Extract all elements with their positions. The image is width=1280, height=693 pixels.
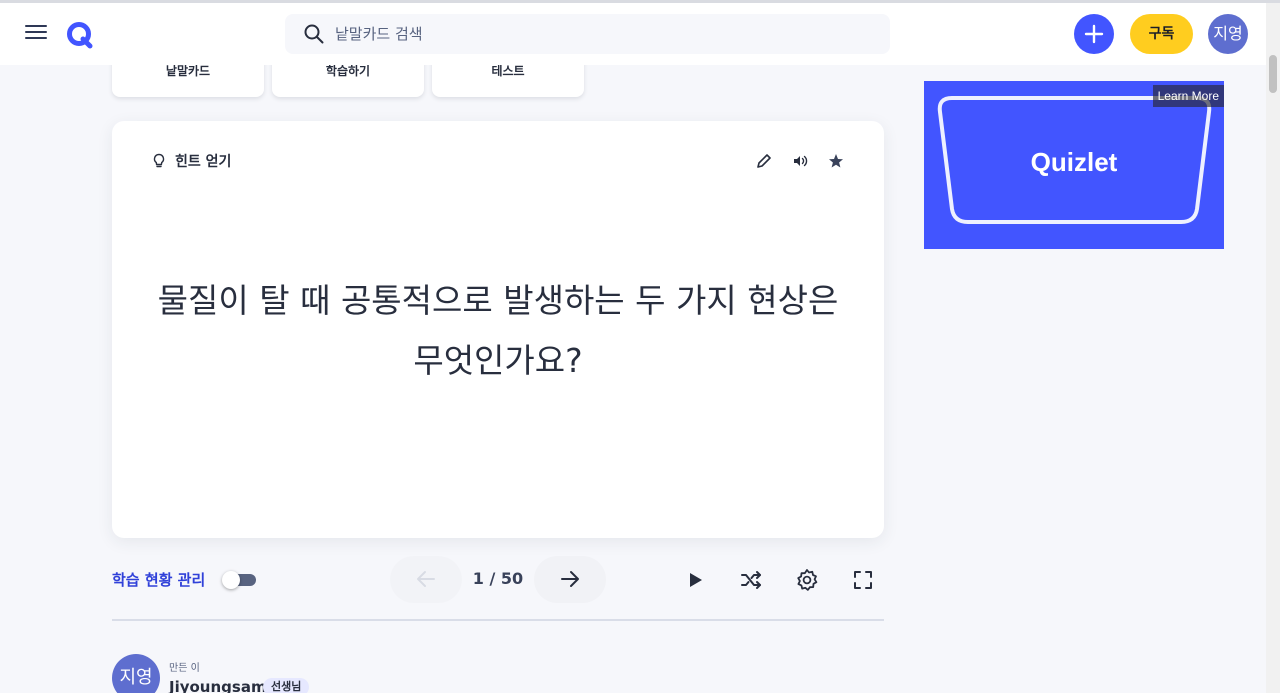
ad-learn-more-button[interactable]: Learn More: [1152, 85, 1224, 107]
flashcard-term: 물질이 탈 때 공통적으로 발생하는 두 가지 현상은 무엇인가요?: [157, 281, 839, 380]
previous-card-button[interactable]: [390, 556, 462, 603]
made-by-label: 만든 이: [169, 663, 200, 674]
ad-brand-logo: Quizlet: [1030, 147, 1118, 177]
play-icon[interactable]: [682, 567, 708, 593]
fullscreen-icon[interactable]: [850, 567, 876, 593]
settings-icon[interactable]: [794, 567, 820, 593]
section-divider: [112, 619, 884, 621]
creator-avatar[interactable]: 지영: [112, 654, 160, 693]
search-bar: [285, 14, 890, 54]
next-card-button[interactable]: [534, 556, 606, 603]
subscribe-button[interactable]: 구독: [1130, 14, 1193, 54]
card-counter: 1 / 50: [472, 569, 524, 588]
arrow-right-icon: [561, 571, 579, 587]
arrow-left-icon: [417, 571, 435, 587]
quizlet-logo-icon[interactable]: [64, 19, 96, 51]
track-progress-label[interactable]: 학습 현황 관리: [112, 569, 205, 590]
speaker-icon[interactable]: [790, 151, 810, 171]
search-icon: [304, 24, 324, 44]
plus-icon: [1084, 24, 1104, 44]
menu-icon[interactable]: [22, 21, 50, 47]
search-input[interactable]: [335, 14, 875, 54]
shuffle-icon[interactable]: [738, 567, 764, 593]
creator-name[interactable]: Jiyoungsam: [169, 678, 267, 693]
pencil-icon[interactable]: [754, 151, 774, 171]
hint-button[interactable]: 힌트 얻기: [152, 151, 231, 171]
page-scrollbar[interactable]: [1266, 3, 1280, 693]
flashcard[interactable]: 힌트 얻기 물질이 탈 때 공통적으로 발생하는 두 가지 현상은 무엇인가요?: [112, 121, 884, 538]
track-progress-toggle[interactable]: [222, 571, 256, 589]
create-button[interactable]: [1074, 14, 1114, 54]
teacher-badge: 선생님: [263, 678, 310, 693]
scrollbar-thumb[interactable]: [1269, 55, 1277, 93]
user-avatar[interactable]: 지영: [1208, 14, 1248, 54]
advertisement[interactable]: Quizlet Learn More: [924, 81, 1224, 249]
top-header: 구독 지영: [0, 3, 1266, 65]
lightbulb-icon: [153, 153, 165, 168]
star-icon[interactable]: [826, 151, 846, 171]
hint-label: 힌트 얻기: [175, 154, 232, 170]
